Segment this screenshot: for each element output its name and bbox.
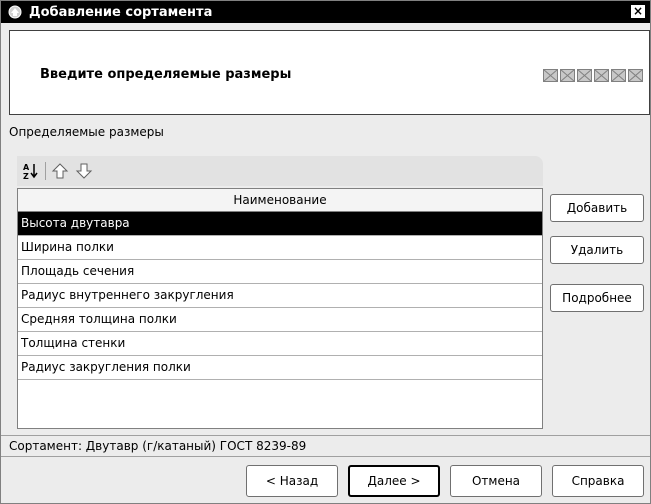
back-button[interactable]: < Назад <box>246 465 338 497</box>
cancel-button[interactable]: Отмена <box>450 465 542 497</box>
step-indicator-icon <box>611 69 626 82</box>
grid-row[interactable]: Высота двутавра <box>18 212 542 236</box>
dimensions-grid: Наименование Высота двутавра Ширина полк… <box>17 188 543 429</box>
step-indicators <box>543 69 643 82</box>
dialog-window: Добавление сортамента × Введите определя… <box>0 0 651 504</box>
window-title: Добавление сортамента <box>29 4 213 20</box>
step-indicator-icon <box>560 69 575 82</box>
grid-row[interactable]: Радиус внутреннего закругления <box>18 284 542 308</box>
step-indicator-icon <box>628 69 643 82</box>
grid-row[interactable]: Средняя толщина полки <box>18 308 542 332</box>
step-indicator-icon <box>577 69 592 82</box>
step-indicator-icon <box>594 69 609 82</box>
column-header-name[interactable]: Наименование <box>18 189 542 212</box>
status-bar: Сортамент: Двутавр (г/катаный) ГОСТ 8239… <box>1 435 650 457</box>
title-bar[interactable]: Добавление сортамента × <box>1 1 650 23</box>
grid-row[interactable]: Площадь сечения <box>18 260 542 284</box>
wizard-header: Введите определяемые размеры <box>9 30 650 115</box>
svg-text:A: A <box>23 163 30 172</box>
details-button[interactable]: Подробнее <box>550 284 644 312</box>
sort-az-icon[interactable]: A Z <box>21 161 41 181</box>
toolbar-separator <box>45 162 46 180</box>
close-button[interactable]: × <box>630 4 646 19</box>
next-button[interactable]: Далее > <box>348 465 440 497</box>
grid-row[interactable]: Радиус закругления полки <box>18 356 542 380</box>
arrow-down-icon[interactable] <box>74 161 94 181</box>
svg-text:Z: Z <box>23 172 29 180</box>
grid-row[interactable]: Толщина стенки <box>18 332 542 356</box>
header-title: Введите определяемые размеры <box>40 67 292 82</box>
grid-toolbar: A Z <box>17 156 543 186</box>
grid-row[interactable]: Ширина полки <box>18 236 542 260</box>
help-button[interactable]: Справка <box>552 465 644 497</box>
section-label: Определяемые размеры <box>9 125 164 139</box>
delete-button[interactable]: Удалить <box>550 236 644 264</box>
step-indicator-icon <box>543 69 558 82</box>
arrow-up-icon[interactable] <box>50 161 70 181</box>
add-button[interactable]: Добавить <box>550 194 644 222</box>
app-icon <box>7 4 23 20</box>
